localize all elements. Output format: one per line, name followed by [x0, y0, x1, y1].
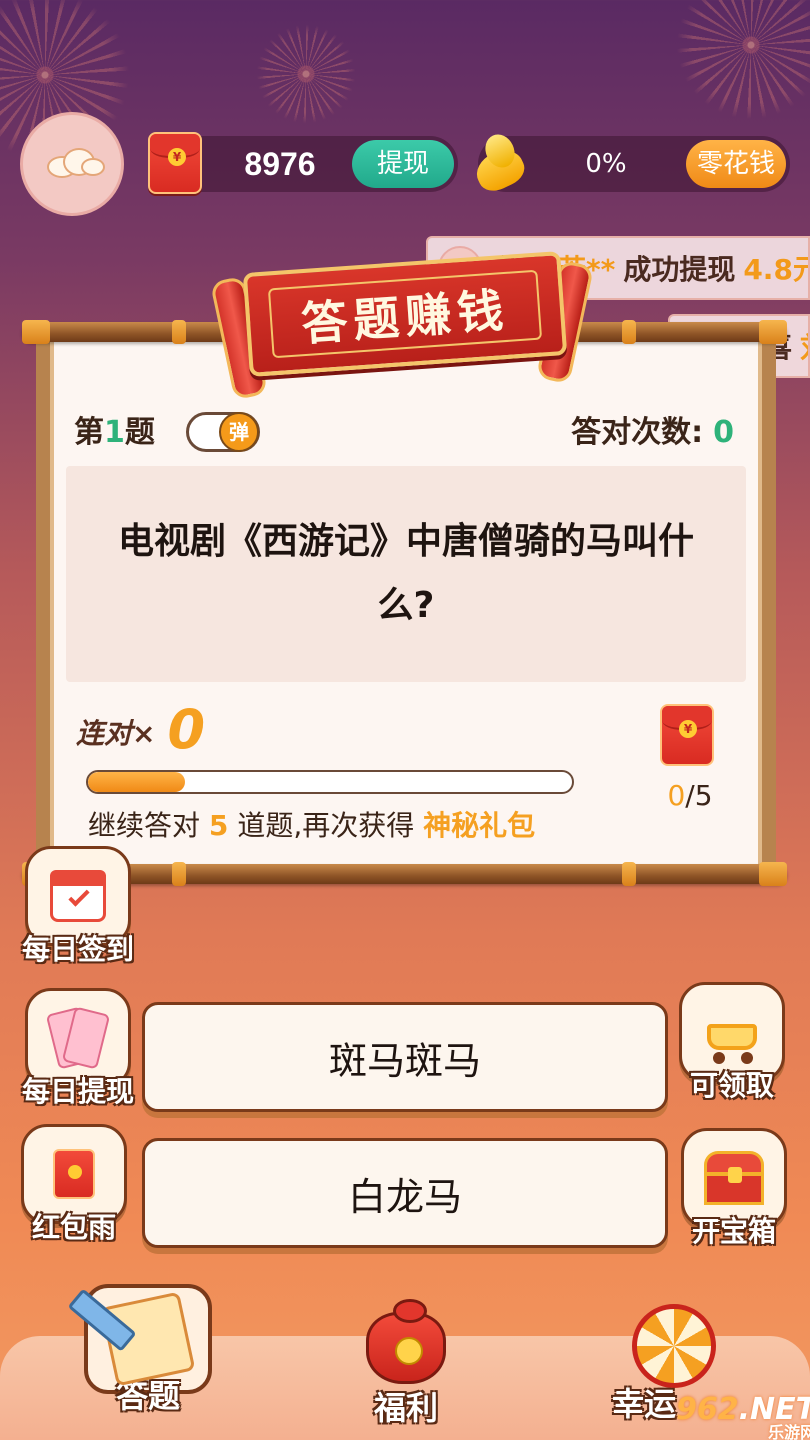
- banner-title: 答题赚钱: [267, 269, 543, 359]
- withdraw-button[interactable]: 提现: [352, 140, 454, 188]
- shopping-cart-icon: [699, 1002, 765, 1064]
- answer-option[interactable]: 白龙马: [142, 1138, 668, 1248]
- lucky-wheel-icon: [632, 1304, 716, 1388]
- reward-progress-bar: [86, 770, 574, 794]
- red-packet-icon: [53, 1149, 95, 1199]
- treasure-chest-tile: [681, 1128, 787, 1228]
- barrage-toggle[interactable]: 弹: [186, 412, 260, 452]
- question-box: 电视剧《西游记》中唐僧骑的马叫什么?: [66, 466, 746, 682]
- reward-progress-fill: [88, 772, 185, 792]
- red-rain-button[interactable]: 红包雨: [18, 1124, 130, 1246]
- notice-amount: 4.8元: [743, 253, 808, 286]
- nav-quiz-label: 答题: [115, 1377, 180, 1415]
- hint-reward: 神秘礼包: [423, 809, 536, 842]
- hint-prefix: 继续答对: [88, 809, 201, 842]
- claimable-label: 可领取: [689, 1069, 774, 1102]
- pack-done: 0: [667, 779, 686, 812]
- question-number-suffix: 题: [124, 415, 155, 450]
- combo-label: 连对×: [76, 717, 156, 750]
- cash-cards-icon: [45, 1006, 111, 1070]
- firework-decoration: [676, 0, 810, 120]
- notice-user: 刘: [800, 326, 808, 366]
- calendar-check-icon: [50, 870, 106, 922]
- red-rain-tile: [21, 1124, 127, 1224]
- daily-withdraw-button[interactable]: 每日提现: [22, 988, 134, 1110]
- hint-count: 5: [208, 809, 229, 842]
- question-number-prefix: 第: [74, 415, 104, 450]
- treasure-chest-button[interactable]: 开宝箱: [678, 1128, 790, 1250]
- nav-tab-welfare[interactable]: 福利: [336, 1299, 476, 1428]
- watermark-number: 962: [676, 1392, 739, 1427]
- pocket-money-button[interactable]: 零花钱: [686, 140, 786, 188]
- site-watermark: 962.NET 乐游网: [676, 1392, 810, 1440]
- combo-streak: 连对× 0: [76, 700, 205, 760]
- daily-signin-tile: [25, 846, 131, 946]
- lucky-bag-icon: [366, 1299, 446, 1384]
- claimable-button[interactable]: 可领取: [676, 982, 788, 1104]
- red-packet-icon: [660, 704, 714, 766]
- notebook-pen-icon: [100, 1291, 196, 1387]
- question-text: 电视剧《西游记》中唐僧骑的马叫什么?: [117, 521, 694, 626]
- red-rain-label: 红包雨: [31, 1211, 116, 1244]
- gold-ingot-icon: [470, 129, 530, 197]
- notice-action: 成功提现: [623, 253, 736, 286]
- correct-count-value: 0: [713, 415, 734, 450]
- answer-option[interactable]: 斑马斑马: [142, 1002, 668, 1112]
- correct-count-label: 答对次数:: [571, 415, 704, 450]
- red-packet-progress: 0/5: [650, 776, 730, 816]
- question-number: 第1题: [74, 410, 155, 456]
- nav-lucky-tile: [620, 1298, 728, 1394]
- treasure-chest-icon: [704, 1151, 764, 1205]
- nav-welfare-tile: [354, 1299, 458, 1394]
- claimable-tile: [679, 982, 785, 1082]
- combo-count: 0: [167, 698, 206, 761]
- barrage-toggle-knob: 弹: [219, 412, 259, 452]
- pack-sep: /: [685, 779, 695, 812]
- user-avatar[interactable]: [20, 112, 124, 216]
- pocket-money-progress: 0%: [585, 149, 627, 179]
- treasure-chest-label: 开宝箱: [691, 1215, 776, 1248]
- reward-hint: 继续答对 5 道题,再次获得 神秘礼包: [88, 806, 535, 846]
- hint-middle: 道题,再次获得: [237, 809, 415, 842]
- nav-welfare-label: 福利: [373, 1389, 438, 1427]
- red-packet-icon: [148, 132, 202, 194]
- question-number-value: 1: [104, 415, 125, 450]
- daily-signin-button[interactable]: 每日签到: [22, 846, 134, 968]
- pack-total: 5: [694, 779, 713, 812]
- firework-decoration: [256, 24, 356, 124]
- daily-signin-label: 每日签到: [22, 933, 135, 966]
- quiz-banner: 答题赚钱: [242, 251, 568, 377]
- daily-withdraw-label: 每日提现: [22, 1075, 135, 1108]
- nav-tab-quiz[interactable]: 答题: [78, 1284, 218, 1416]
- cloud-icon: [37, 146, 107, 182]
- daily-withdraw-tile: [25, 988, 131, 1088]
- coin-balance: 8976: [244, 146, 316, 182]
- scroll-rod-bottom: [22, 862, 787, 886]
- correct-count: 答对次数: 0: [571, 410, 734, 456]
